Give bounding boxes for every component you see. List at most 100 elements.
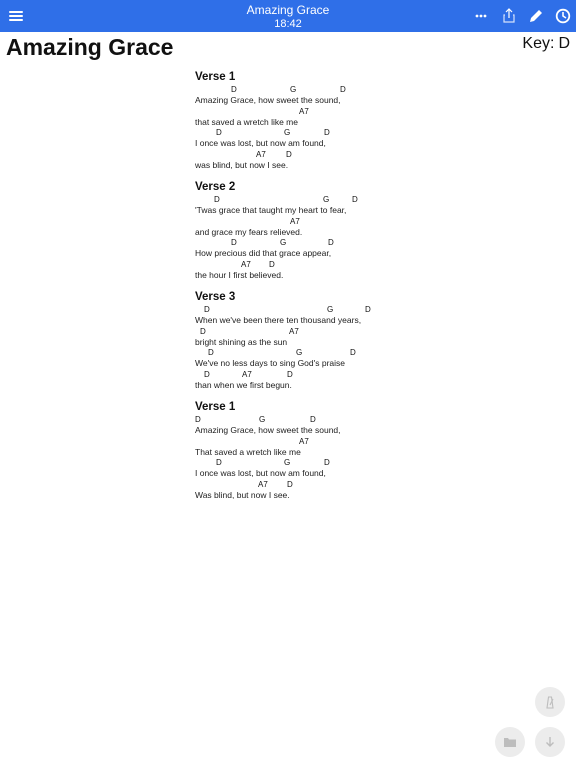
song-line: D A7 bright shining as the sun [195, 327, 455, 349]
top-app-bar: Amazing Grace 18:42 [0, 0, 576, 32]
chord[interactable]: D [216, 458, 222, 468]
folder-button[interactable] [495, 727, 525, 757]
lyric-line: That saved a wretch like me [195, 446, 301, 457]
lyric-line: and grace my fears relieved. [195, 226, 303, 237]
chord[interactable]: D [200, 327, 206, 337]
song-line: A7 Dwas blind, but now I see. [195, 150, 455, 172]
song-section: Verse 1 D G D Amazing Grace, how sweet the s… [195, 400, 455, 501]
menu-icon[interactable] [9, 9, 23, 23]
chord[interactable]: A7 [242, 370, 252, 380]
chord-row: DGD [195, 238, 455, 248]
chord[interactable]: A7 [256, 150, 266, 160]
chord[interactable]: D [231, 85, 237, 95]
chord[interactable]: D [214, 195, 220, 205]
section-title: Verse 1 [195, 401, 236, 413]
chord[interactable]: A7 [241, 260, 251, 270]
chord-row: A7 D [195, 260, 455, 270]
lyric-line: I once was lost, but now am found, [195, 138, 326, 148]
song-line: D G D Amazing Grace, how sweet the sound, [195, 85, 455, 107]
chord[interactable]: D [195, 415, 201, 425]
chord[interactable]: G [284, 128, 290, 138]
lyric-line: When we've been there ten thousand years… [195, 315, 362, 325]
chord[interactable]: D [286, 150, 292, 160]
chord-row: DGD [195, 128, 455, 138]
song-section: Verse 3 D G D When we've been there ten thou… [195, 290, 455, 391]
chord[interactable]: D [216, 128, 222, 138]
chord[interactable]: D [208, 348, 214, 358]
more-icon[interactable] [472, 7, 490, 25]
chord[interactable]: A7 [290, 217, 300, 227]
lyric-line: was blind, but now I see. [195, 159, 289, 170]
chord-row: D A7 D [195, 370, 455, 380]
app-bar-time: 18:42 [274, 18, 302, 30]
chord[interactable]: G [259, 415, 265, 425]
chord-row: DGD [195, 458, 455, 468]
edit-icon[interactable] [527, 7, 545, 25]
lyric-line: We've no less days to sing God's praise [195, 358, 346, 368]
chord[interactable]: D [352, 195, 358, 205]
song-line: D G DI once was lost, but now am found, [195, 458, 455, 480]
chord[interactable]: D [340, 85, 346, 95]
chord[interactable]: G [284, 458, 290, 468]
chord[interactable]: D [350, 348, 356, 358]
lyric-line: Amazing Grace, how sweet the sound, [195, 425, 341, 435]
clock-icon[interactable] [554, 7, 572, 25]
chord[interactable]: A7 [289, 327, 299, 337]
lyric-line: 'Twas grace that taught my heart to fear… [195, 205, 347, 215]
chord-row: D A7 [195, 327, 455, 337]
chord[interactable]: G [280, 238, 286, 248]
chord-row: DGD [195, 195, 455, 205]
lyric-line: the hour I first believed. [195, 269, 284, 280]
chord[interactable]: G [296, 348, 302, 358]
key-value: D [558, 35, 570, 52]
chord-row: A7 [195, 107, 455, 117]
lyric-line: Was blind, but now I see. [195, 489, 290, 500]
lyric-line: I once was lost, but now am found, [195, 468, 326, 478]
chord[interactable]: D [269, 260, 275, 270]
share-icon[interactable] [500, 7, 518, 25]
chord[interactable]: D [287, 480, 293, 490]
song-section: Verse 1 D G D Amazing Grace, how sweet the s… [195, 70, 455, 171]
chord[interactable]: D [310, 415, 316, 425]
lyric-line: than when we first begun. [195, 379, 292, 390]
chord-row: DGD [195, 85, 455, 95]
chord[interactable]: D [328, 238, 334, 248]
song-line: A7 and grace my fears relieved. [195, 217, 455, 239]
app-bar-title: Amazing Grace [246, 3, 330, 17]
chord[interactable]: A7 [299, 107, 309, 117]
scroll-down-button[interactable] [535, 727, 565, 757]
song-title: Amazing Grace [6, 34, 174, 60]
lyric-line: that saved a wretch like me [195, 116, 298, 127]
section-title: Verse 3 [195, 291, 236, 303]
song-line: D G D 'Twas grace that taught my heart to f… [195, 195, 455, 217]
song-line: D G D We've no less days to sing God's prai… [195, 348, 455, 370]
chord[interactable]: D [287, 370, 293, 380]
chord-row: DGD [195, 305, 455, 315]
key-label: Key: [522, 35, 555, 52]
chord[interactable]: G [290, 85, 296, 95]
song-key[interactable]: Key: D [522, 34, 570, 54]
chord[interactable]: G [323, 195, 329, 205]
title-block: Amazing Grace 18:42 [150, 3, 426, 30]
metronome-button[interactable] [535, 687, 565, 717]
song-line: D G DI once was lost, but now am found, [195, 128, 455, 150]
chord[interactable]: G [327, 305, 333, 315]
section-title: Verse 1 [195, 71, 236, 83]
song-line: A7 D Was blind, but now I see. [195, 480, 455, 502]
song-line: A7 that saved a wretch like me [195, 107, 455, 129]
chord-sheet: Verse 1 D G D Amazing Grace, how sweet the s… [195, 70, 455, 510]
song-line: D G D When we've been there ten thousand ye… [195, 305, 455, 327]
chord[interactable]: D [204, 370, 210, 380]
lyric-line: bright shining as the sun [195, 336, 288, 347]
section-title: Verse 2 [195, 181, 236, 193]
chord[interactable]: D [231, 238, 237, 248]
chord[interactable]: D [324, 128, 330, 138]
metronome-icon [546, 696, 554, 709]
chord[interactable]: A7 [258, 480, 268, 490]
chord[interactable]: D [365, 305, 371, 315]
chord[interactable]: D [324, 458, 330, 468]
scroll-down-icon [546, 737, 554, 747]
lyric-line: How precious did that grace appear, [195, 248, 332, 258]
chord[interactable]: D [204, 305, 210, 315]
chord[interactable]: A7 [299, 437, 309, 447]
